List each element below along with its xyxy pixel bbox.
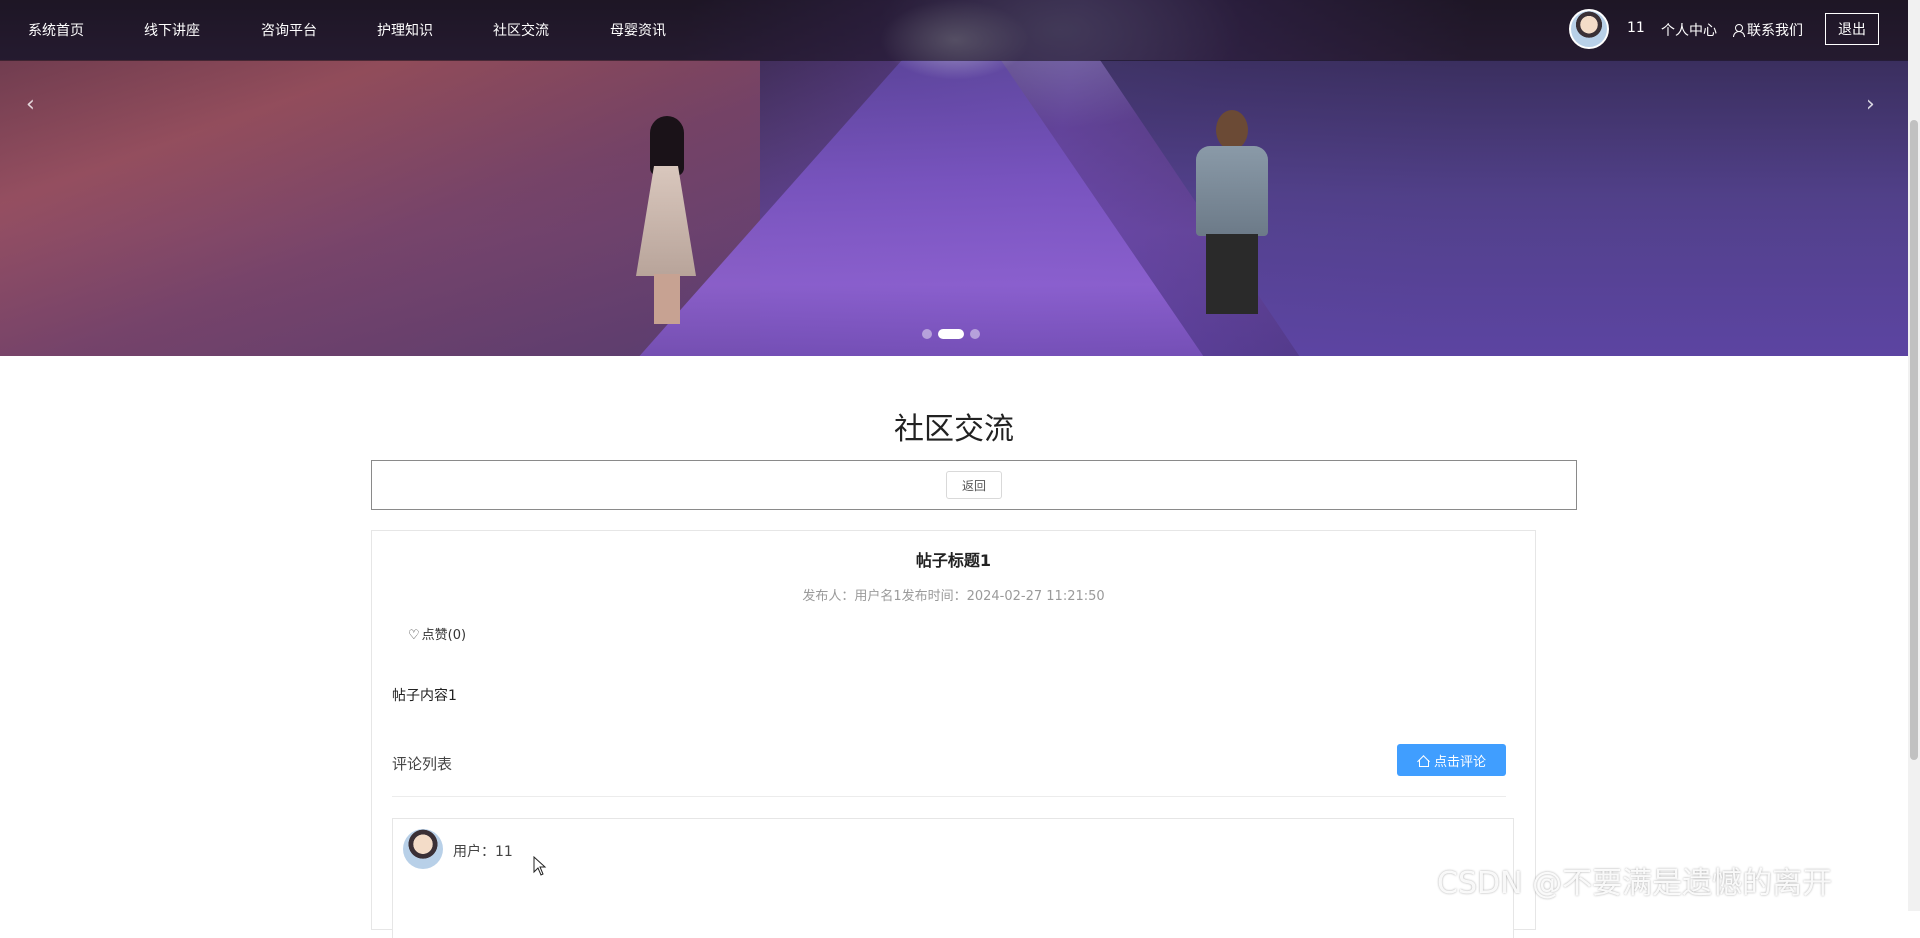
heart-icon: ♡	[408, 628, 420, 643]
logout-button[interactable]: 退出	[1825, 13, 1879, 45]
carousel-indicators	[922, 329, 980, 339]
nav-item-community[interactable]: 社区交流	[493, 20, 549, 40]
like-button[interactable]: ♡ 点赞(0)	[408, 624, 466, 643]
nav-item-news[interactable]: 母婴资讯	[610, 20, 666, 40]
top-navbar: 系统首页 线下讲座 咨询平台 护理知识 社区交流 母婴资讯 11 个人中心 联系…	[0, 0, 1908, 61]
carousel-dot-1[interactable]	[922, 329, 932, 339]
comment-user: 用户：11	[453, 844, 513, 860]
profile-link[interactable]: 个人中心	[1661, 20, 1717, 40]
comments-list-label: 评论列表	[392, 755, 453, 773]
comment-button[interactable]: 点击评论	[1397, 744, 1506, 776]
chevron-right-icon[interactable]: ›	[1866, 92, 1875, 117]
scrollbar[interactable]	[1908, 0, 1920, 911]
watermark: CSDN @不要满是遗憾的离开	[1437, 866, 1833, 901]
back-button[interactable]: 返回	[946, 471, 1002, 499]
contact-link[interactable]: 联系我们	[1733, 20, 1803, 40]
post-content: 帖子内容1	[392, 688, 457, 704]
back-bar: 返回	[371, 460, 1577, 510]
page-title: 社区交流	[894, 412, 1014, 447]
like-label: 点赞(0)	[421, 628, 467, 643]
contact-link-label: 联系我们	[1747, 23, 1803, 39]
home-icon	[1417, 755, 1429, 767]
post-meta: 发布人：用户名1发布时间：2024-02-27 11:21:50	[802, 589, 1105, 604]
carousel-dot-2[interactable]	[938, 329, 964, 339]
divider	[392, 796, 1506, 797]
chevron-left-icon[interactable]: ‹	[26, 92, 35, 117]
banner-figure-man	[1188, 110, 1276, 315]
comment-item: 用户：11	[392, 818, 1514, 938]
user-icon	[1733, 24, 1745, 37]
nav-username: 11	[1627, 20, 1645, 36]
banner-figure-woman	[628, 116, 704, 326]
post-title: 帖子标题1	[915, 551, 992, 570]
comment-avatar	[403, 829, 443, 869]
nav-item-lectures[interactable]: 线下讲座	[144, 20, 200, 40]
nav-item-home[interactable]: 系统首页	[28, 20, 84, 40]
scrollbar-thumb[interactable]	[1910, 120, 1918, 760]
mouse-cursor-icon	[533, 856, 547, 876]
comment-button-label: 点击评论	[1433, 753, 1486, 769]
carousel-dot-3[interactable]	[970, 329, 980, 339]
nav-item-consulting[interactable]: 咨询平台	[261, 20, 317, 40]
nav-item-nursing[interactable]: 护理知识	[377, 20, 433, 40]
avatar[interactable]	[1569, 9, 1609, 49]
